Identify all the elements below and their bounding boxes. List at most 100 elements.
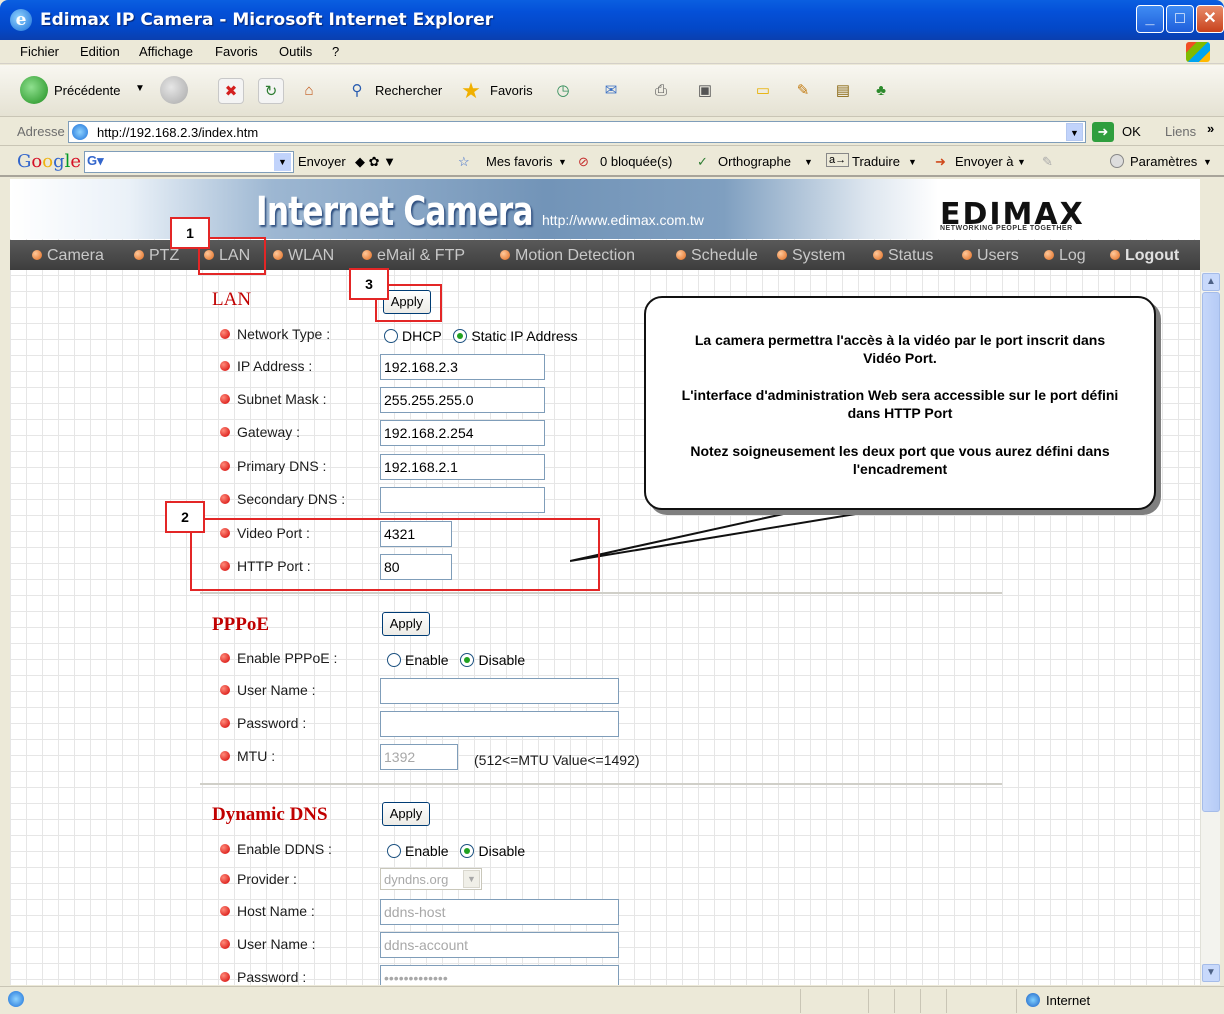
pppoe-password-input[interactable] xyxy=(380,711,619,737)
menu-view[interactable]: Affichage xyxy=(139,44,193,59)
static-ip-radio[interactable] xyxy=(453,329,468,343)
stop-icon[interactable]: ✖ xyxy=(218,78,244,104)
callout-text-2: L'interface d'administration Web sera ac… xyxy=(681,387,1119,421)
address-input[interactable]: http://192.168.2.3/index.htm ▼ xyxy=(68,121,1086,143)
pppoe-disable-radio[interactable] xyxy=(460,653,475,667)
chevron-right-icon[interactable]: » xyxy=(1207,121,1214,136)
home-icon[interactable]: ⌂ xyxy=(296,78,322,104)
nav-motion-detection[interactable]: Motion Detection xyxy=(500,247,635,265)
edit-icon[interactable]: ▣ xyxy=(692,78,718,104)
scroll-up-icon[interactable]: ▲ xyxy=(1202,273,1220,291)
minimize-button[interactable]: _ xyxy=(1136,5,1164,33)
links-button[interactable]: Liens xyxy=(1165,124,1196,139)
mtu-input[interactable] xyxy=(380,744,458,770)
google-send-button[interactable]: Envoyer xyxy=(298,154,346,169)
subnet-mask-input[interactable] xyxy=(380,387,545,413)
nav-ptz[interactable]: PTZ xyxy=(134,247,179,265)
bookmarks-button[interactable]: Mes favoris xyxy=(486,154,552,169)
maximize-button[interactable]: □ xyxy=(1166,5,1194,33)
send-to-button[interactable]: Envoyer à xyxy=(955,154,1014,169)
nav-log[interactable]: Log xyxy=(1044,247,1086,265)
translate-button[interactable]: Traduire xyxy=(852,154,900,169)
google-search-input[interactable]: G▾ ▼ xyxy=(84,151,294,173)
google-search-dropdown-icon[interactable]: ▼ xyxy=(274,153,291,171)
primary-dns-input[interactable] xyxy=(380,454,545,480)
bullet-icon xyxy=(220,329,230,339)
go-arrow-icon[interactable]: ➜ xyxy=(1092,122,1114,142)
scroll-down-icon[interactable]: ▼ xyxy=(1202,964,1220,982)
refresh-icon[interactable]: ↻ xyxy=(258,78,284,104)
folder-icon[interactable]: ▭ xyxy=(750,78,776,104)
pppoe-apply-button[interactable]: Apply xyxy=(382,612,430,636)
host-name-input[interactable] xyxy=(380,899,619,925)
spellcheck-dropdown-icon[interactable]: ▼ xyxy=(804,157,813,167)
nav-wlan[interactable]: WLAN xyxy=(273,247,334,265)
nav-logout[interactable]: Logout xyxy=(1110,247,1179,265)
back-dropdown-icon[interactable]: ▼ xyxy=(135,83,145,94)
scroll-thumb[interactable] xyxy=(1202,292,1220,812)
spellcheck-button[interactable]: Orthographe xyxy=(718,154,791,169)
status-bar: Internet xyxy=(0,986,1224,1014)
back-button[interactable]: Précédente xyxy=(54,83,121,98)
bookmark-star-icon[interactable]: ☆ xyxy=(458,154,470,170)
primary-dns-label: Primary DNS : xyxy=(220,458,326,474)
nav-email-ftp[interactable]: eMail & FTP xyxy=(362,247,465,265)
secondary-dns-label: Secondary DNS : xyxy=(220,491,345,507)
discuss-icon[interactable]: ✎ xyxy=(790,78,816,104)
back-arrow-icon[interactable] xyxy=(20,76,48,104)
history-icon[interactable]: ◷ xyxy=(550,78,576,104)
menu-help[interactable]: ? xyxy=(332,44,339,59)
go-button[interactable]: OK xyxy=(1122,124,1141,139)
spellcheck-icon: ✓ xyxy=(697,154,708,169)
search-button[interactable]: Rechercher xyxy=(375,83,442,98)
page-icon xyxy=(72,124,88,140)
research-icon[interactable]: ▤ xyxy=(830,78,856,104)
dhcp-radio[interactable] xyxy=(384,329,398,343)
vertical-scrollbar[interactable]: ▲ ▼ xyxy=(1200,272,1220,985)
menu-tools[interactable]: Outils xyxy=(279,44,312,59)
messenger-icon[interactable]: ♣ xyxy=(868,78,894,104)
forward-arrow-icon[interactable] xyxy=(160,76,188,104)
print-icon[interactable]: ⎙ xyxy=(648,78,674,104)
ddns-password-input[interactable] xyxy=(380,965,619,985)
menu-file[interactable]: Fichier xyxy=(20,44,59,59)
menu-favorites[interactable]: Favoris xyxy=(215,44,258,59)
send-to-dropdown-icon[interactable]: ▼ xyxy=(1017,157,1026,167)
globe-icon xyxy=(1026,993,1040,1007)
menu-edit[interactable]: Edition xyxy=(80,44,120,59)
ip-address-input[interactable] xyxy=(380,354,545,380)
favorites-button[interactable]: Favoris xyxy=(490,83,533,98)
popup-blocked-count[interactable]: 0 bloquée(s) xyxy=(600,154,672,169)
lan-section-title: LAN xyxy=(212,289,252,310)
secondary-dns-input[interactable] xyxy=(380,487,545,513)
settings-button[interactable]: Paramètres xyxy=(1130,154,1197,169)
gateway-input[interactable] xyxy=(380,420,545,446)
search-icon[interactable]: ⚲ xyxy=(344,78,370,104)
pppoe-username-input[interactable] xyxy=(380,678,619,704)
menu-bar: Fichier Edition Affichage Favoris Outils… xyxy=(0,40,1224,64)
nav-status[interactable]: Status xyxy=(873,247,933,265)
pppoe-enable-radio[interactable] xyxy=(387,653,401,667)
mtu-hint: (512<=MTU Value<=1492) xyxy=(474,752,640,768)
window-title-bar[interactable]: e Edimax IP Camera - Microsoft Internet … xyxy=(0,0,1224,40)
ddns-username-input[interactable] xyxy=(380,932,619,958)
ddns-enable-radio[interactable] xyxy=(387,844,401,858)
ddns-apply-button[interactable]: Apply xyxy=(382,802,430,826)
nav-users[interactable]: Users xyxy=(962,247,1019,265)
nav-camera[interactable]: Camera xyxy=(32,247,104,265)
mail-icon[interactable]: ✉ xyxy=(598,78,624,104)
close-button[interactable]: ✕ xyxy=(1196,5,1224,33)
bookmarks-dropdown-icon[interactable]: ▼ xyxy=(558,157,567,167)
nav-schedule[interactable]: Schedule xyxy=(676,247,758,265)
nav-system[interactable]: System xyxy=(777,247,845,265)
address-dropdown-icon[interactable]: ▼ xyxy=(1066,123,1083,141)
network-type-label: Network Type : xyxy=(220,326,330,342)
provider-select[interactable]: dyndns.org ▼ xyxy=(380,868,482,890)
gateway-label: Gateway : xyxy=(220,424,300,440)
ddns-disable-radio[interactable] xyxy=(460,844,475,858)
translate-dropdown-icon[interactable]: ▼ xyxy=(908,157,917,167)
settings-dropdown-icon[interactable]: ▼ xyxy=(1203,157,1212,167)
favorites-star-icon[interactable]: ★ xyxy=(458,78,484,104)
google-send-icons[interactable]: ◆ ✿ ▼ xyxy=(355,154,396,170)
highlighter-icon[interactable]: ✎ xyxy=(1042,154,1053,170)
